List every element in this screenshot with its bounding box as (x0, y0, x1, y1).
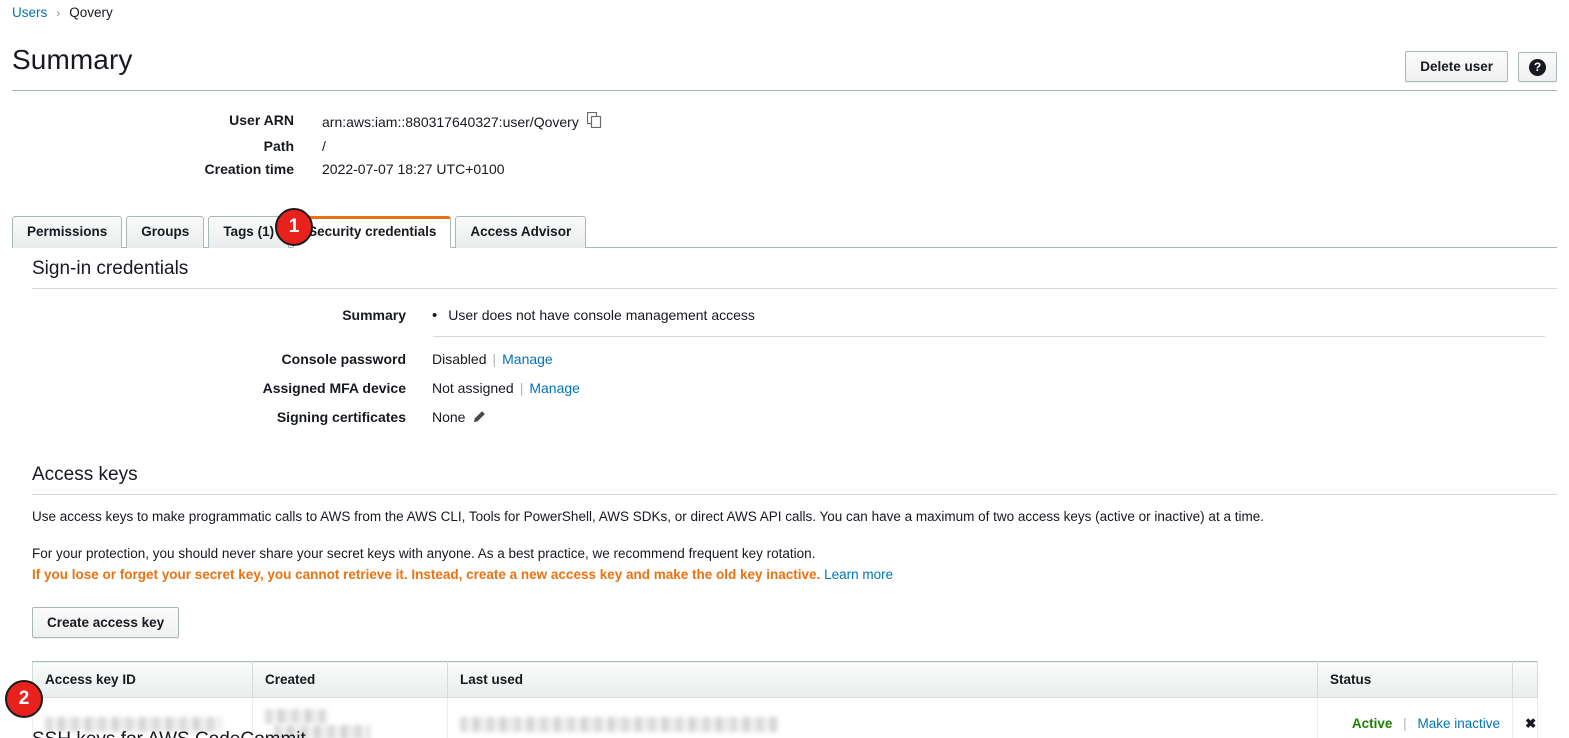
breadcrumb: Users › Qovery (12, 5, 113, 20)
create-access-key-wrap: Create access key (32, 607, 1557, 638)
row-summary: Summary • User does not have console man… (12, 305, 1557, 325)
separator: | (1403, 716, 1407, 732)
path-value: / (322, 138, 326, 154)
console-password-label: Console password (281, 351, 406, 367)
row-signing-certificates: Signing certificates None (12, 407, 1557, 427)
tab-security-credentials[interactable]: Security credentials (293, 216, 452, 248)
annotation-badge-1: 1 (275, 208, 313, 246)
status-badge: Active (1351, 716, 1393, 732)
help-button[interactable]: ? (1518, 51, 1557, 82)
tab-bar: Permissions Groups Tags (1) Security cre… (12, 216, 1557, 248)
cell-delete: ✖ (1512, 697, 1538, 738)
tab-access-advisor[interactable]: Access Advisor (455, 216, 587, 248)
warning-text: If you lose or forget your secret key, y… (32, 567, 821, 582)
chevron-right-icon: › (56, 5, 61, 20)
user-summary-fields: User ARN arn:aws:iam::880317640327:user/… (0, 111, 1569, 184)
separator: | (519, 380, 524, 396)
question-mark-icon: ? (1529, 58, 1546, 76)
redacted-last-used (460, 716, 778, 732)
summary-bullet-text: User does not have console management ac… (448, 307, 755, 323)
access-keys-table: Access key ID Created Last used Status A… (32, 661, 1538, 738)
signin-section-rule (32, 288, 1557, 289)
access-keys-paragraph-1: Use access keys to make programmatic cal… (32, 509, 1264, 524)
signin-credential-rows: Summary • User does not have console man… (12, 305, 1557, 427)
access-keys-paragraph-2: For your protection, you should never sh… (32, 546, 816, 561)
column-header-status[interactable]: Status (1317, 661, 1513, 698)
mfa-manage-link[interactable]: Manage (529, 378, 580, 398)
learn-more-link[interactable]: Learn more (824, 567, 893, 582)
cell-last-used (447, 697, 1318, 738)
creation-time-value: 2022-07-07 18:27 UTC+0100 (322, 161, 505, 177)
ssh-keys-section-title: SSH keys for AWS CodeCommit (32, 729, 306, 738)
separator: | (492, 351, 497, 367)
cell-status: Active | Make inactive (1317, 697, 1513, 738)
user-arn-value: arn:aws:iam::880317640327:user/Qovery (322, 113, 579, 130)
delete-user-button[interactable]: Delete user (1405, 51, 1508, 82)
field-label: Creation time (204, 161, 294, 177)
field-creation-time: Creation time 2022-07-07 18:27 UTC+0100 (0, 161, 1569, 177)
summary-divider (433, 336, 1545, 337)
iam-user-summary-page: Users › Qovery Summary Delete user ? Use… (0, 0, 1569, 738)
pencil-edit-icon[interactable] (471, 410, 486, 425)
console-password-manage-link[interactable]: Manage (502, 349, 553, 369)
column-header-actions (1512, 661, 1538, 698)
signing-certificates-value: None (432, 409, 466, 425)
access-keys-section-title: Access keys (32, 464, 138, 485)
signin-section-title: Sign-in credentials (32, 258, 189, 279)
summary-value: • User does not have console management … (432, 305, 755, 325)
access-keys-section-rule (32, 494, 1557, 495)
column-header-access-key-id[interactable]: Access key ID (32, 661, 253, 698)
annotation-badge-2: 2 (5, 680, 43, 718)
create-access-key-button[interactable]: Create access key (32, 607, 180, 638)
summary-label: Summary (342, 307, 406, 323)
signing-certificates-value-wrap: None (432, 407, 486, 427)
breadcrumb-link-users[interactable]: Users (12, 5, 47, 20)
mfa-value: Not assigned (432, 380, 514, 396)
row-console-password: Console password Disabled | Manage (12, 349, 1557, 369)
field-label: User ARN (229, 112, 294, 128)
console-password-value-wrap: Disabled | Manage (432, 349, 553, 369)
mfa-label: Assigned MFA device (262, 380, 406, 396)
bullet-icon: • (432, 307, 438, 324)
signing-certificates-label: Signing certificates (276, 409, 406, 425)
close-icon[interactable]: ✖ (1525, 716, 1536, 731)
mfa-value-wrap: Not assigned | Manage (432, 378, 580, 398)
page-title: Summary (12, 44, 133, 75)
field-value-wrap: arn:aws:iam::880317640327:user/Qovery (322, 111, 602, 131)
breadcrumb-current-qovery: Qovery (69, 5, 113, 20)
field-user-arn: User ARN arn:aws:iam::880317640327:user/… (0, 111, 1569, 131)
redacted-created (265, 708, 327, 724)
header-divider (12, 90, 1557, 91)
access-keys-warning: If you lose or forget your secret key, y… (32, 565, 1557, 585)
table-header-row: Access key ID Created Last used Status (32, 661, 1538, 698)
column-header-created[interactable]: Created (252, 661, 448, 698)
column-header-last-used[interactable]: Last used (447, 661, 1318, 698)
field-label: Path (263, 138, 294, 154)
console-password-value: Disabled (432, 351, 487, 367)
tab-permissions[interactable]: Permissions (12, 216, 123, 248)
tab-groups[interactable]: Groups (126, 216, 205, 248)
make-inactive-link[interactable]: Make inactive (1417, 716, 1500, 731)
row-mfa-device: Assigned MFA device Not assigned | Manag… (12, 378, 1557, 398)
tab-panel-security-credentials: Sign-in credentials Summary • User does … (12, 250, 1557, 738)
field-path: Path / (0, 138, 1569, 154)
page-actions: Delete user ? (1405, 51, 1557, 82)
copy-icon[interactable] (586, 111, 602, 131)
